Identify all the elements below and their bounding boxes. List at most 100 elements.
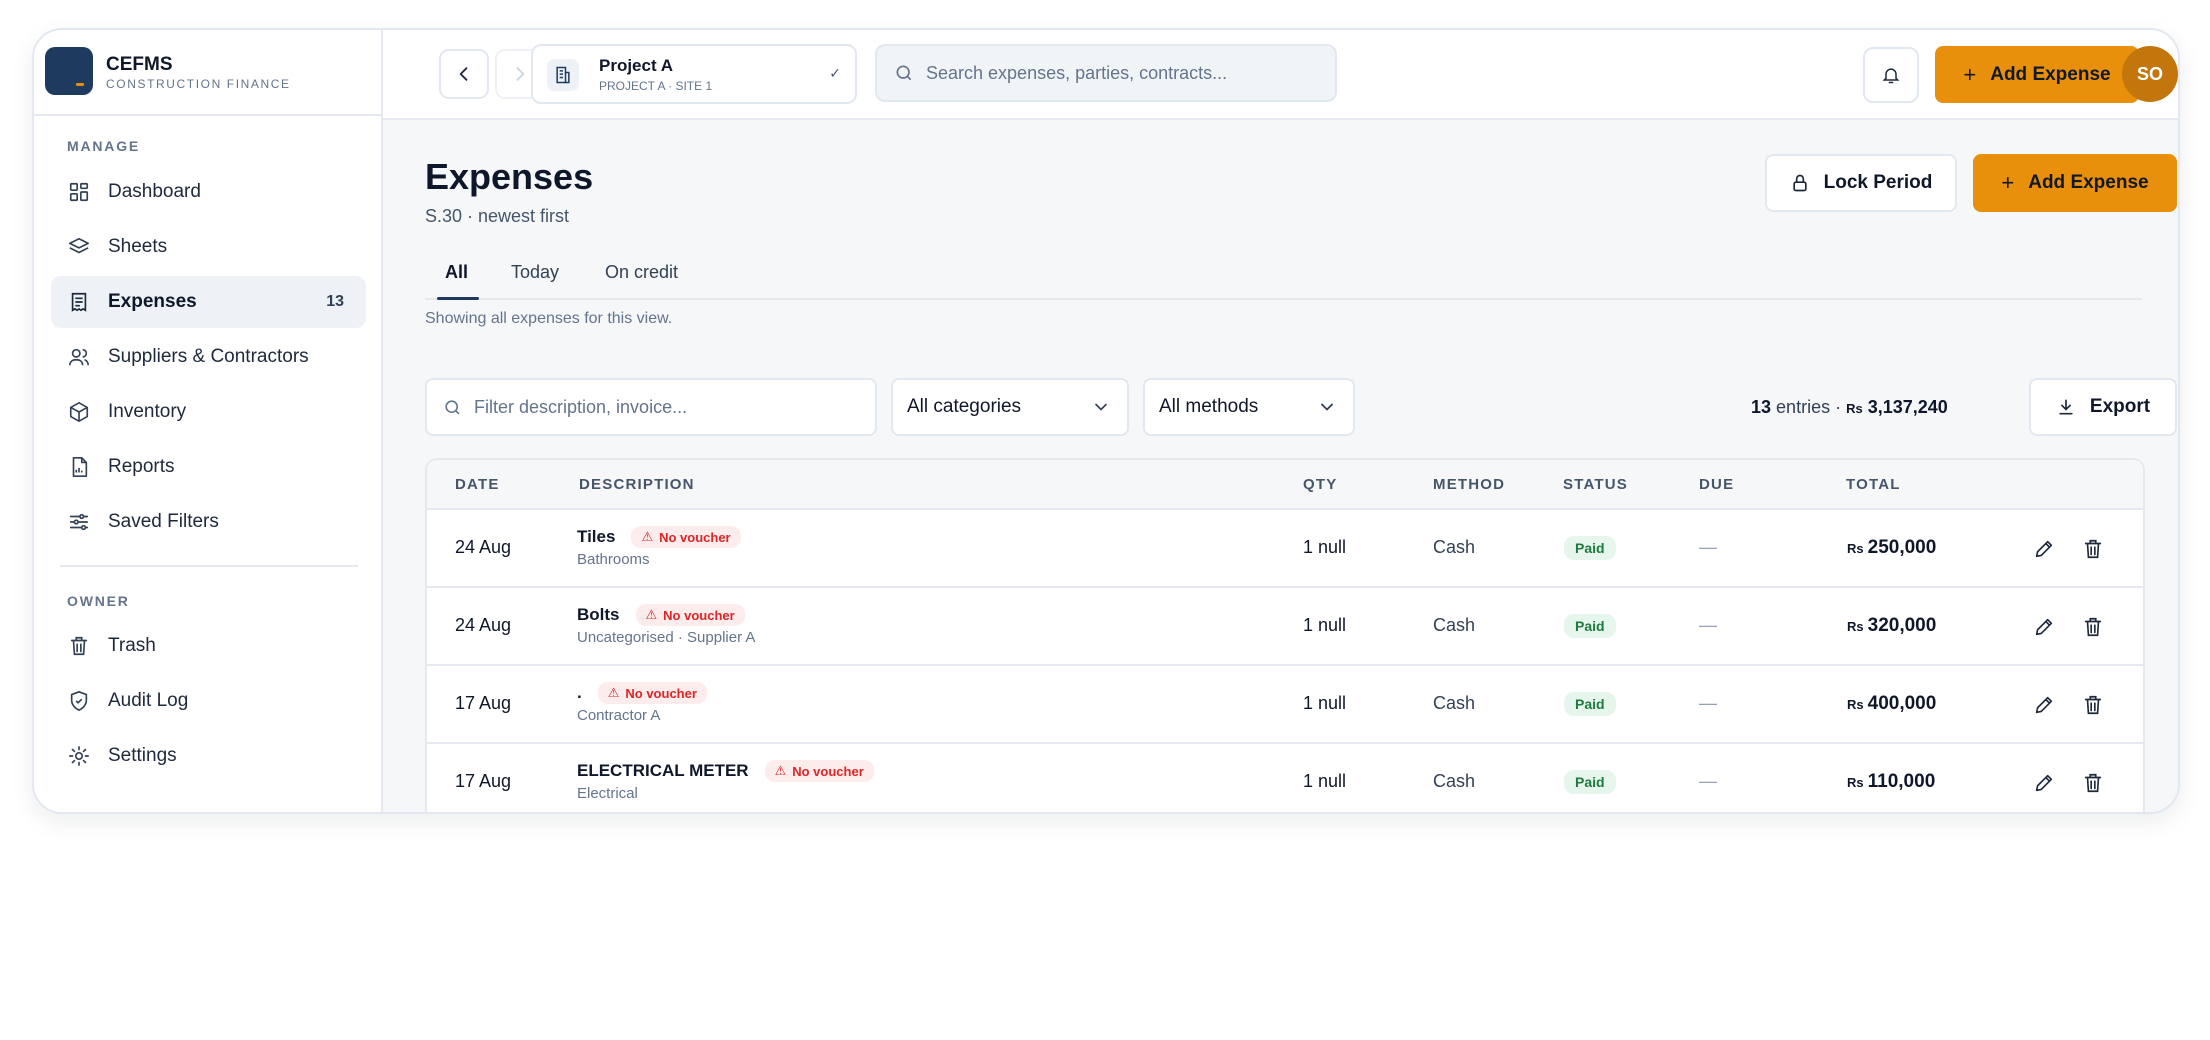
delete-icon[interactable] (2078, 612, 2108, 642)
add-expense-button[interactable]: + Add Expense (1973, 154, 2177, 212)
row-total-value: 110,000 (1867, 771, 1936, 792)
no-voucher-badge: ⚠ No voucher (635, 604, 745, 626)
add-expense-label: Add Expense (2028, 172, 2149, 193)
main-content: Expenses S.30 · newest first Lock Period… (383, 120, 2178, 812)
filter-input[interactable] (474, 396, 854, 418)
sliders-icon (67, 510, 91, 534)
table-row[interactable]: 17 Aug ELECTRICAL METER ⚠ No voucher Elec… (427, 744, 2143, 812)
box-icon (67, 400, 91, 424)
sidebar-item-sheets[interactable]: Sheets (51, 221, 366, 273)
edit-icon[interactable] (2029, 534, 2059, 564)
method-select[interactable]: All methods (1143, 378, 1355, 436)
column-header-description: DESCRIPTION (579, 476, 695, 493)
global-search-input[interactable] (926, 62, 1306, 84)
tab-on-credit[interactable]: On credit (605, 262, 678, 283)
plus-icon: + (2001, 170, 2015, 195)
edit-icon[interactable] (2029, 690, 2059, 720)
sidebar-item-inventory[interactable]: Inventory (51, 386, 366, 438)
app-window: CEFMS CONSTRUCTION FINANCE MANAGE Dashbo… (32, 28, 2180, 814)
sidebar-item-saved-filters[interactable]: Saved Filters (51, 496, 366, 548)
users-icon (67, 345, 91, 369)
count-badge: 13 (326, 293, 344, 310)
sidebar-item-trash[interactable]: Trash (51, 620, 366, 672)
row-qty: 1 null (1303, 771, 1347, 791)
delete-icon[interactable] (2078, 534, 2108, 564)
row-total: Rs 320,000 (1847, 615, 1936, 637)
add-expense-label: Add Expense (1990, 63, 2111, 85)
row-due: — (1699, 615, 1717, 635)
project-selector[interactable]: Project A PROJECT A · SITE 1 ✓ (531, 44, 857, 104)
row-method: Cash (1433, 615, 1476, 635)
row-description-text: ELECTRICAL METER (577, 761, 749, 780)
status-badge: Paid (1564, 614, 1616, 638)
tab-all[interactable]: All (445, 262, 468, 283)
topbar: Project A PROJECT A · SITE 1 ✓ + Add Exp… (383, 30, 2178, 120)
edit-icon[interactable] (2029, 768, 2059, 798)
sidebar-item-label: Suppliers & Contractors (108, 346, 309, 367)
entries-summary: 13 entries · Rs 3,137,240 (1751, 397, 1948, 418)
row-method: Cash (1433, 771, 1476, 791)
row-qty: 1 null (1303, 693, 1347, 713)
row-description: ELECTRICAL METER ⚠ No voucher (577, 760, 874, 782)
edit-icon[interactable] (2029, 612, 2059, 642)
method-select-value: All methods (1159, 396, 1259, 417)
entries-label: entries · (1776, 397, 1842, 417)
sidebar-item-expenses[interactable]: Expenses 13 (51, 276, 366, 328)
row-total-value: 400,000 (1867, 693, 1937, 714)
table-row[interactable]: 24 Aug Tiles ⚠ No voucher Bathrooms 1 nul… (427, 510, 2143, 588)
row-description: . ⚠ No voucher (577, 682, 707, 704)
row-date: 17 Aug (455, 771, 512, 791)
row-due: — (1699, 693, 1717, 713)
sidebar-item-audit-log[interactable]: Audit Log (51, 675, 366, 727)
global-search[interactable] (875, 44, 1337, 102)
sidebar-item-label: Saved Filters (108, 511, 219, 532)
export-button[interactable]: Export (2029, 378, 2177, 436)
trash-icon (67, 634, 91, 658)
category-select[interactable]: All categories (891, 378, 1129, 436)
no-voucher-label: No voucher (663, 607, 735, 623)
sidebar-item-label: Audit Log (108, 690, 189, 711)
topbar-add-expense-button[interactable]: + Add Expense (1935, 46, 2139, 103)
status-badge: Paid (1564, 692, 1616, 716)
lock-period-button[interactable]: Lock Period (1765, 154, 1957, 212)
sidebar-item-suppliers-contractors[interactable]: Suppliers & Contractors (51, 331, 366, 383)
row-date: 24 Aug (455, 537, 512, 557)
column-header-method: METHOD (1433, 476, 1506, 493)
currency-label: Rs (1846, 401, 1863, 416)
no-voucher-label: No voucher (625, 685, 697, 701)
brand-logo (45, 47, 93, 95)
sidebar-item-settings[interactable]: Settings (51, 730, 366, 782)
project-site: PROJECT A · SITE 1 (599, 79, 713, 93)
column-header-status: STATUS (1563, 476, 1628, 493)
no-voucher-label: No voucher (659, 529, 731, 545)
row-date: 24 Aug (455, 615, 512, 635)
row-total: Rs 250,000 (1847, 537, 1936, 559)
back-button[interactable] (439, 49, 489, 99)
row-category: Electrical (577, 785, 638, 802)
page-title: Expenses (425, 156, 594, 197)
warning-icon: ⚠ (641, 529, 654, 544)
no-voucher-badge: ⚠ No voucher (631, 526, 741, 548)
table-row[interactable]: 17 Aug . ⚠ No voucher Contractor A 1 null… (427, 666, 2143, 744)
plus-icon: + (1963, 61, 1977, 87)
sidebar-item-label: Dashboard (108, 181, 201, 202)
shield-check-icon (67, 689, 91, 713)
page-subtitle: S.30 · newest first (425, 206, 570, 226)
row-total-value: 320,000 (1867, 615, 1937, 636)
sidebar-item-reports[interactable]: Reports (51, 441, 366, 493)
building-icon (547, 59, 579, 91)
tab-today[interactable]: Today (511, 262, 559, 283)
currency-label: Rs (1847, 775, 1864, 790)
category-select-value: All categories (907, 396, 1022, 417)
delete-icon[interactable] (2078, 690, 2108, 720)
table-header: DATE DESCRIPTION QTY METHOD STATUS DUE T… (427, 460, 2143, 510)
row-description-text: Tiles (577, 527, 616, 546)
row-method: Cash (1433, 693, 1476, 713)
sidebar-item-dashboard[interactable]: Dashboard (51, 166, 366, 218)
notifications-button[interactable] (1863, 47, 1919, 103)
table-row[interactable]: 24 Aug Bolts ⚠ No voucher Uncategorised ·… (427, 588, 2143, 666)
filter-search[interactable] (425, 378, 877, 436)
avatar[interactable]: SO (2122, 46, 2178, 102)
gear-icon (67, 744, 91, 768)
delete-icon[interactable] (2078, 768, 2108, 798)
